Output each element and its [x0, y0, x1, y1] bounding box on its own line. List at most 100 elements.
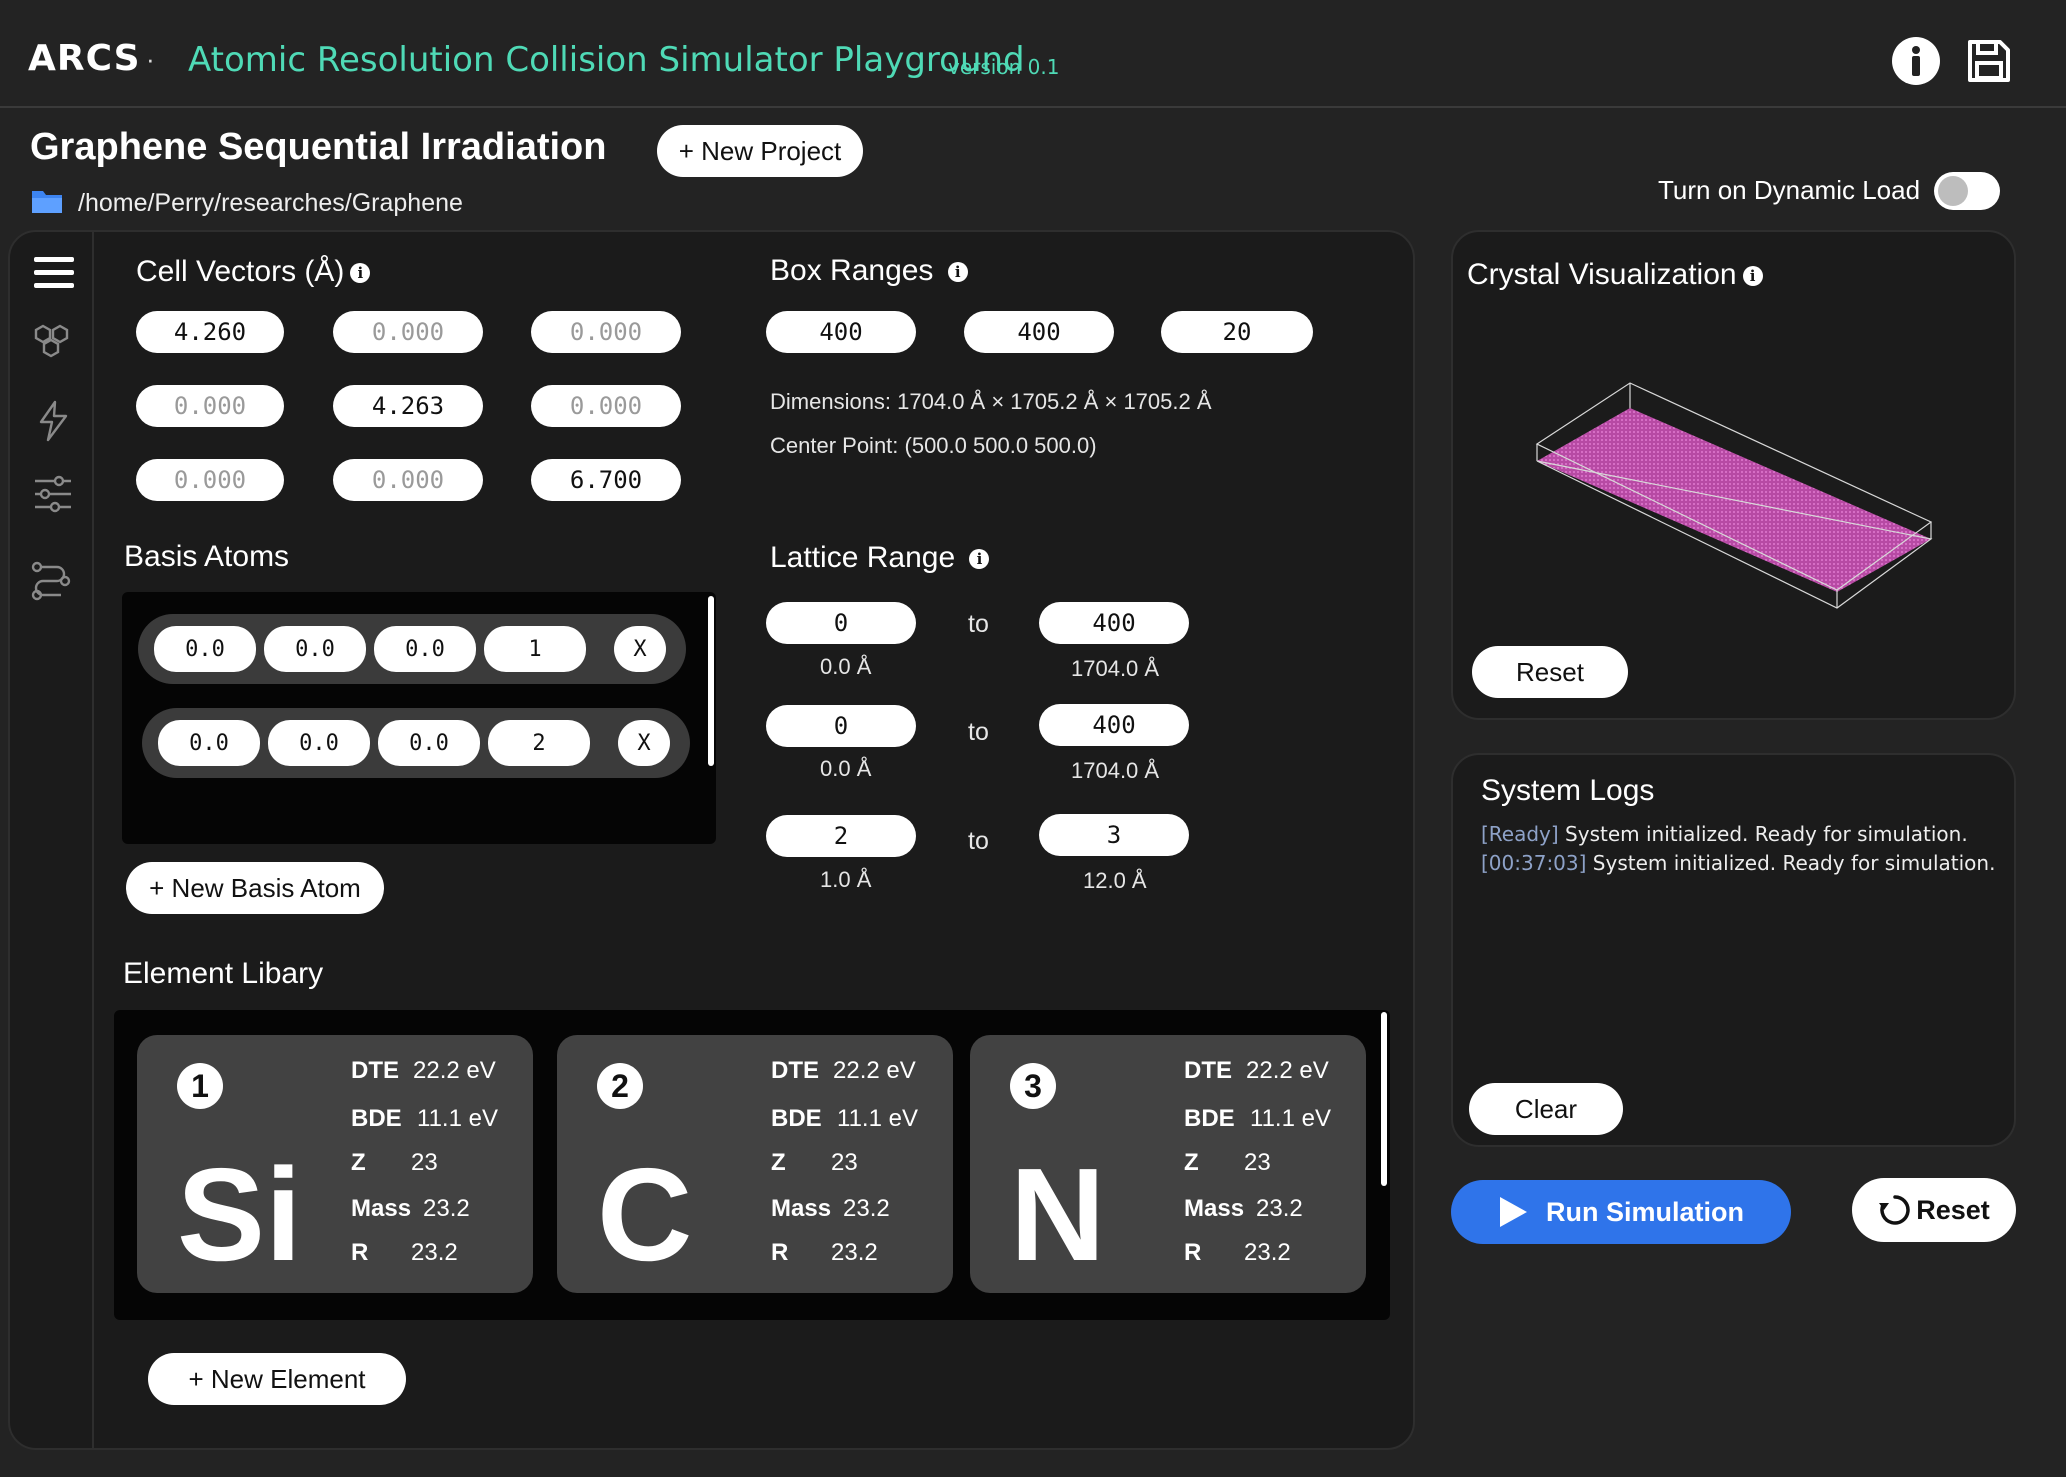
lattice-to-input[interactable]: 400 — [1039, 602, 1189, 644]
element-card-si[interactable]: 1 Si DTE 22.2 eV BDE 11.1 eV Z 23 Mass 23.2 … — [137, 1035, 533, 1293]
run-simulation-button[interactable]: Run Simulation — [1451, 1180, 1791, 1244]
lattice-to-label: to — [968, 610, 989, 638]
basis-atom-list[interactable]: 0.0 0.0 0.0 1 X 0.0 0.0 0.0 2 X — [122, 592, 716, 844]
title-separator: · — [146, 44, 155, 74]
info-icon[interactable]: i — [1742, 266, 1763, 286]
cell-vector-input[interactable]: 0.000 — [136, 385, 284, 427]
atom-y-input[interactable]: 0.0 — [264, 626, 366, 672]
sidebar-item-collision[interactable] — [35, 400, 71, 447]
cell-vector-input[interactable]: 0.000 — [333, 459, 483, 501]
box-dimensions: Dimensions: 1704.0 Å × 1705.2 Å × 1705.2… — [770, 389, 1212, 414]
info-icon[interactable]: i — [947, 262, 968, 282]
box-range-input[interactable]: 400 — [964, 311, 1114, 353]
remove-atom-button[interactable]: X — [618, 720, 670, 766]
dynamic-load-toggle[interactable] — [1934, 172, 2000, 210]
element-bde: BDE 11.1 eV — [1184, 1105, 1331, 1132]
element-z: Z 23 — [351, 1149, 438, 1176]
element-library: 1 Si DTE 22.2 eV BDE 11.1 eV Z 23 Mass 23.2 … — [114, 1010, 1390, 1320]
reset-simulation-button[interactable]: Reset — [1852, 1178, 2016, 1242]
box-range-input[interactable]: 20 — [1161, 311, 1313, 353]
clear-logs-button[interactable]: Clear — [1469, 1083, 1623, 1135]
save-disk-icon — [1968, 40, 2010, 82]
atom-type-input[interactable]: 1 — [484, 626, 586, 672]
lattice-from-input[interactable]: 0 — [766, 705, 916, 747]
cell-vector-input[interactable]: 4.263 — [333, 385, 483, 427]
element-r: R 23.2 — [771, 1239, 878, 1266]
basis-atoms-title: Basis Atoms — [124, 540, 290, 573]
element-r: R 23.2 — [351, 1239, 458, 1266]
element-dte: DTE 22.2 eV — [771, 1057, 916, 1084]
element-card-n[interactable]: 3 N DTE 22.2 eV BDE 11.1 eV Z 23 Mass 23.2 R… — [970, 1035, 1366, 1293]
refresh-icon — [1879, 1195, 1910, 1225]
lattice-range-heading: Lattice Range i — [770, 541, 990, 575]
project-title: Graphene Sequential Irradiation — [30, 126, 607, 168]
sliders-icon — [35, 475, 71, 513]
cell-vector-input[interactable]: 0.000 — [531, 311, 681, 353]
element-card-c[interactable]: 2 C DTE 22.2 eV BDE 11.1 eV Z 23 Mass 23.2 R… — [557, 1035, 953, 1293]
element-dte: DTE 22.2 eV — [351, 1057, 496, 1084]
cell-vector-input[interactable]: 0.000 — [531, 385, 681, 427]
element-library-title: Element Libary — [123, 957, 324, 990]
atom-x-input[interactable]: 0.0 — [158, 720, 260, 766]
element-mass: Mass 23.2 — [1184, 1195, 1303, 1222]
element-number: 3 — [1010, 1063, 1056, 1109]
atom-x-input[interactable]: 0.0 — [154, 626, 256, 672]
box-range-input[interactable]: 400 — [766, 311, 916, 353]
sidebar-menu-button[interactable] — [34, 256, 74, 295]
element-z: Z 23 — [771, 1149, 858, 1176]
sidebar-item-settings[interactable] — [33, 474, 73, 519]
basis-atoms-scrollbar[interactable] — [708, 596, 714, 766]
app-version: version 0.1 — [948, 55, 1060, 79]
cell-vector-input[interactable]: 0.000 — [136, 459, 284, 501]
atom-z-input[interactable]: 0.0 — [374, 626, 476, 672]
atom-z-input[interactable]: 0.0 — [378, 720, 480, 766]
crystal-title: Crystal Visualization — [1467, 258, 1737, 291]
folder-icon — [32, 191, 62, 213]
toggle-knob — [1938, 176, 1968, 206]
basis-atom-row: 0.0 0.0 0.0 2 X — [142, 708, 690, 778]
atom-type-input[interactable]: 2 — [488, 720, 590, 766]
remove-atom-button[interactable]: X — [614, 626, 666, 672]
info-icon[interactable]: i — [350, 263, 371, 283]
cell-vector-input[interactable]: 0.000 — [333, 311, 483, 353]
element-bde: BDE 11.1 eV — [771, 1105, 918, 1132]
save-button[interactable] — [1962, 34, 2016, 88]
element-library-scrollbar[interactable] — [1381, 1012, 1387, 1186]
lattice-from-input[interactable]: 0 — [766, 602, 916, 644]
sidebar-item-workflow[interactable] — [31, 561, 71, 606]
reset-simulation-label: Reset — [1916, 1194, 1990, 1225]
lattice-to-input[interactable]: 3 — [1039, 814, 1189, 856]
atom-y-input[interactable]: 0.0 — [268, 720, 370, 766]
dynamic-load-label: Turn on Dynamic Load — [1658, 175, 1921, 205]
sidebar-item-structure[interactable] — [33, 322, 73, 367]
element-dte: DTE 22.2 eV — [1184, 1057, 1329, 1084]
info-icon[interactable]: i — [969, 549, 990, 569]
cell-vector-input[interactable]: 4.260 — [136, 311, 284, 353]
new-project-button[interactable]: + New Project — [657, 125, 863, 177]
lattice-from-input[interactable]: 2 — [766, 815, 916, 857]
lattice-from-angstrom: 1.0 Å — [820, 867, 872, 892]
app-logo: ARCS — [28, 38, 141, 79]
element-symbol: Si — [177, 1141, 302, 1288]
crystal-reset-button[interactable]: Reset — [1472, 646, 1628, 698]
bolt-icon — [39, 400, 68, 442]
new-basis-atom-button[interactable]: + New Basis Atom — [126, 862, 384, 914]
workflow-icon — [31, 561, 71, 601]
lattice-range-title: Lattice Range — [770, 541, 956, 574]
lattice-from-angstrom: 0.0 Å — [820, 756, 872, 781]
system-logs-title: System Logs — [1481, 774, 1655, 807]
lattice-to-input[interactable]: 400 — [1039, 704, 1189, 746]
crystal-viewport[interactable] — [1520, 370, 1940, 620]
new-element-button[interactable]: + New Element — [148, 1353, 406, 1405]
lattice-to-angstrom: 1704.0 Å — [1071, 758, 1160, 783]
info-button[interactable] — [1889, 34, 1943, 88]
element-number: 2 — [597, 1063, 643, 1109]
element-bde: BDE 11.1 eV — [351, 1105, 498, 1132]
menu-icon — [34, 257, 74, 288]
element-z: Z 23 — [1184, 1149, 1271, 1176]
element-r: R 23.2 — [1184, 1239, 1291, 1266]
lattice-to-label: to — [968, 718, 989, 746]
element-symbol: N — [1010, 1141, 1106, 1288]
cell-vector-input[interactable]: 6.700 — [531, 459, 681, 501]
play-icon — [1500, 1197, 1527, 1227]
